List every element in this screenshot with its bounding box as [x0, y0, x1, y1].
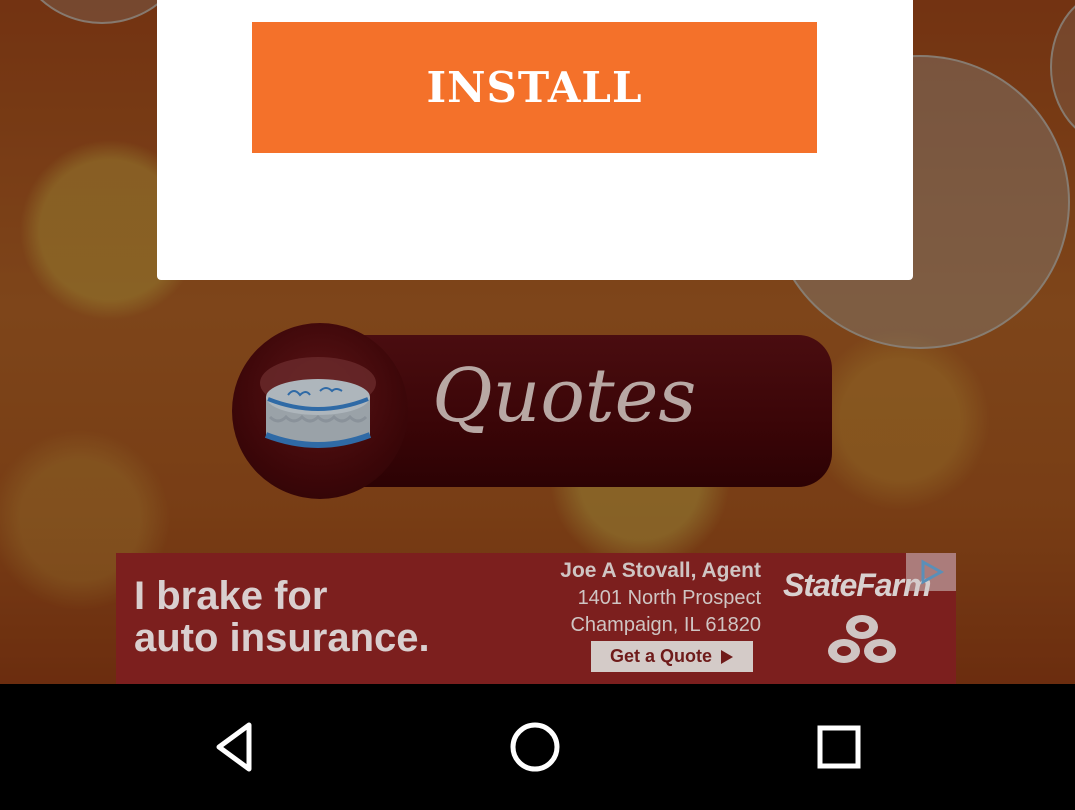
quotes-button-label: Quotes [432, 353, 697, 439]
ad-agent-address: 1401 North Prospect [577, 587, 761, 609]
ad-headline: I brake for auto insurance. [134, 575, 430, 659]
adchoices-icon [921, 559, 944, 585]
quotes-button-badge [232, 323, 408, 499]
home-icon[interactable] [505, 717, 565, 777]
install-button-label: INSTALL [426, 63, 643, 112]
ad-agent-city: Champaign, IL 61820 [570, 614, 761, 636]
install-button[interactable]: INSTALL [252, 22, 817, 153]
back-icon[interactable] [205, 717, 265, 777]
app-background: INSTALL Quotes I brake for auto insuranc… [0, 0, 1075, 684]
ad-agent-info: Joe A Stovall, Agent 1401 North Prospect… [511, 557, 761, 639]
install-dialog: INSTALL [157, 0, 913, 280]
ad-banner[interactable]: I brake for auto insurance. Joe A Stoval… [116, 553, 956, 684]
system-navigation-bar [0, 684, 1075, 810]
get-quote-label: Get a Quote [609, 646, 712, 666]
ad-agent-name: Joe A Stovall, Agent [560, 559, 761, 582]
quotes-button[interactable]: Quotes [232, 323, 832, 499]
statefarm-logo-icon [828, 615, 896, 663]
adchoices-button[interactable] [906, 553, 956, 591]
play-arrow-icon [721, 649, 733, 664]
ad-headline-line: I brake for [134, 574, 328, 618]
ad-headline-line: auto insurance. [134, 616, 430, 660]
recents-icon[interactable] [809, 717, 869, 777]
birthday-cake-icon [260, 357, 376, 448]
get-quote-button[interactable]: Get a Quote [591, 641, 753, 672]
